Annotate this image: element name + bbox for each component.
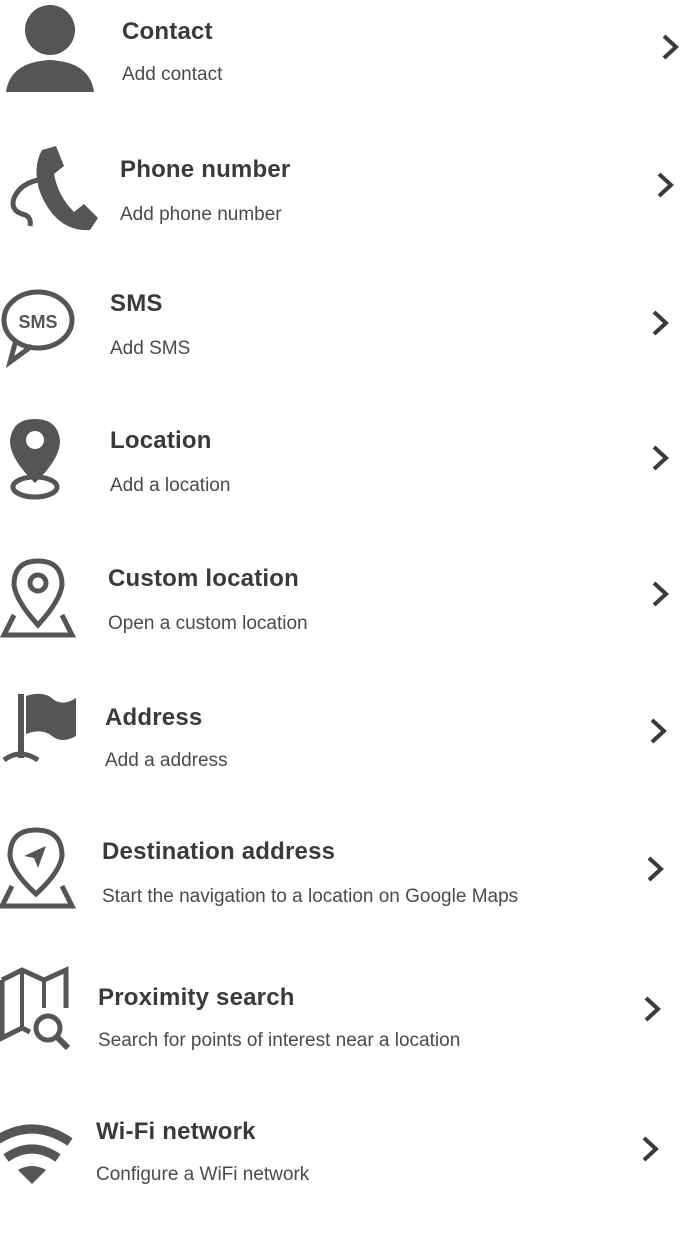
chevron-right-icon [655, 172, 675, 198]
flag-icon [0, 690, 100, 790]
item-title: SMS [110, 290, 163, 317]
item-title: Phone number [120, 156, 291, 183]
list-item-contact[interactable]: Contact Add contact [0, 0, 683, 130]
list-item-proximity-search[interactable]: Proximity search Search for points of in… [0, 966, 683, 1098]
item-title: Destination address [102, 838, 336, 865]
svg-text:SMS: SMS [18, 312, 57, 332]
item-subtitle: Search for points of interest near a loc… [98, 1030, 461, 1051]
item-title: Wi-Fi network [96, 1118, 256, 1145]
item-subtitle: Add a address [105, 750, 228, 771]
chevron-right-icon [660, 34, 680, 60]
item-subtitle: Add phone number [120, 204, 282, 225]
custom-location-pin-icon [0, 555, 100, 655]
sms-bubble-icon: SMS [0, 280, 100, 380]
person-icon [0, 0, 100, 100]
item-title: Address [105, 704, 203, 731]
list-item-phone-number[interactable]: Phone number Add phone number [0, 140, 683, 270]
map-search-icon [0, 966, 100, 1068]
chevron-right-icon [645, 856, 665, 882]
item-title: Custom location [108, 565, 300, 592]
list-item-sms[interactable]: SMS SMS Add SMS [0, 280, 683, 410]
chevron-right-icon [642, 996, 662, 1022]
item-title: Location [110, 427, 212, 454]
list-item-location[interactable]: Location Add a location [0, 415, 683, 545]
chevron-right-icon [650, 310, 670, 336]
wifi-icon [0, 1108, 100, 1208]
chevron-right-icon [648, 718, 668, 744]
action-list: Contact Add contact Phone number Add pho… [0, 0, 683, 1190]
list-item-wifi-network[interactable]: Wi-Fi network Configure a WiFi network [0, 1108, 683, 1238]
item-subtitle: Add SMS [110, 338, 191, 359]
navigation-pin-icon [0, 827, 100, 928]
item-subtitle: Open a custom location [108, 613, 308, 634]
list-item-address[interactable]: Address Add a address [0, 690, 683, 820]
item-title: Contact [122, 18, 213, 45]
item-subtitle: Configure a WiFi network [96, 1164, 310, 1185]
location-pin-icon [0, 415, 100, 515]
item-title: Proximity search [98, 984, 295, 1011]
item-subtitle: Start the navigation to a location on Go… [102, 886, 519, 907]
list-item-destination-address[interactable]: Destination address Start the navigation… [0, 827, 683, 958]
phone-icon [0, 140, 100, 240]
chevron-right-icon [650, 581, 670, 607]
item-subtitle: Add contact [122, 64, 223, 85]
list-item-custom-location[interactable]: Custom location Open a custom location [0, 555, 683, 685]
chevron-right-icon [640, 1136, 660, 1162]
item-subtitle: Add a location [110, 475, 231, 496]
chevron-right-icon [650, 445, 670, 471]
